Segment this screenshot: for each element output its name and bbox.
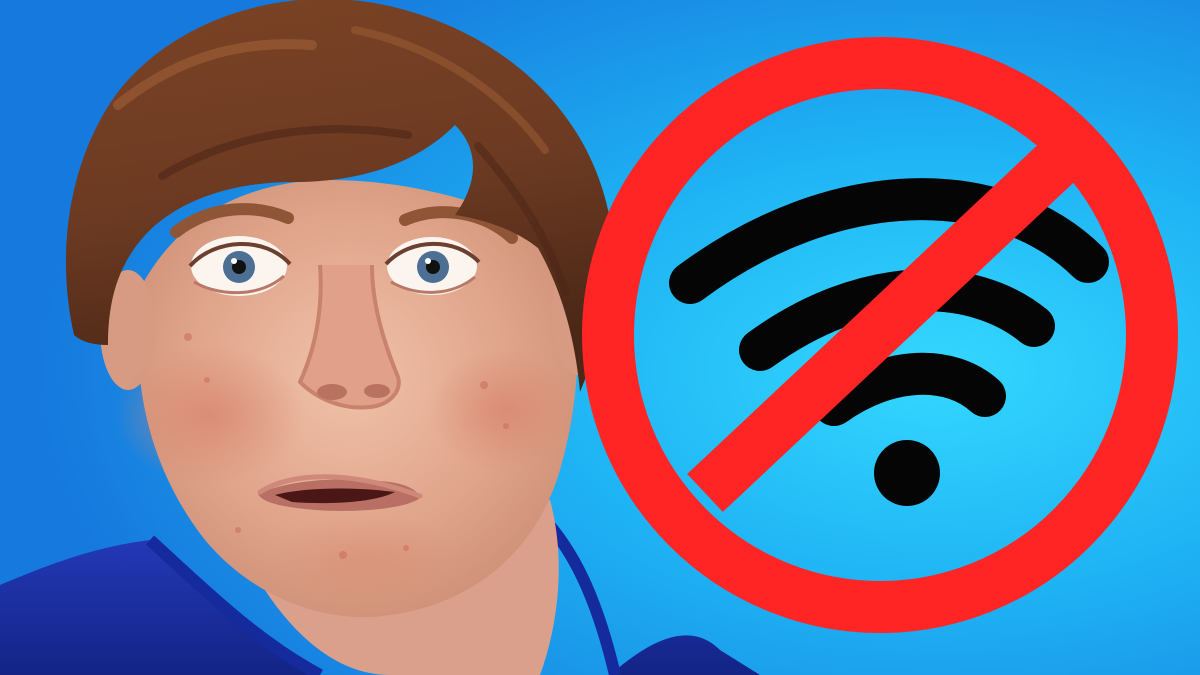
scene-illustration — [0, 0, 1200, 675]
wifi-dot — [874, 440, 940, 506]
thumbnail-image — [0, 0, 1200, 675]
